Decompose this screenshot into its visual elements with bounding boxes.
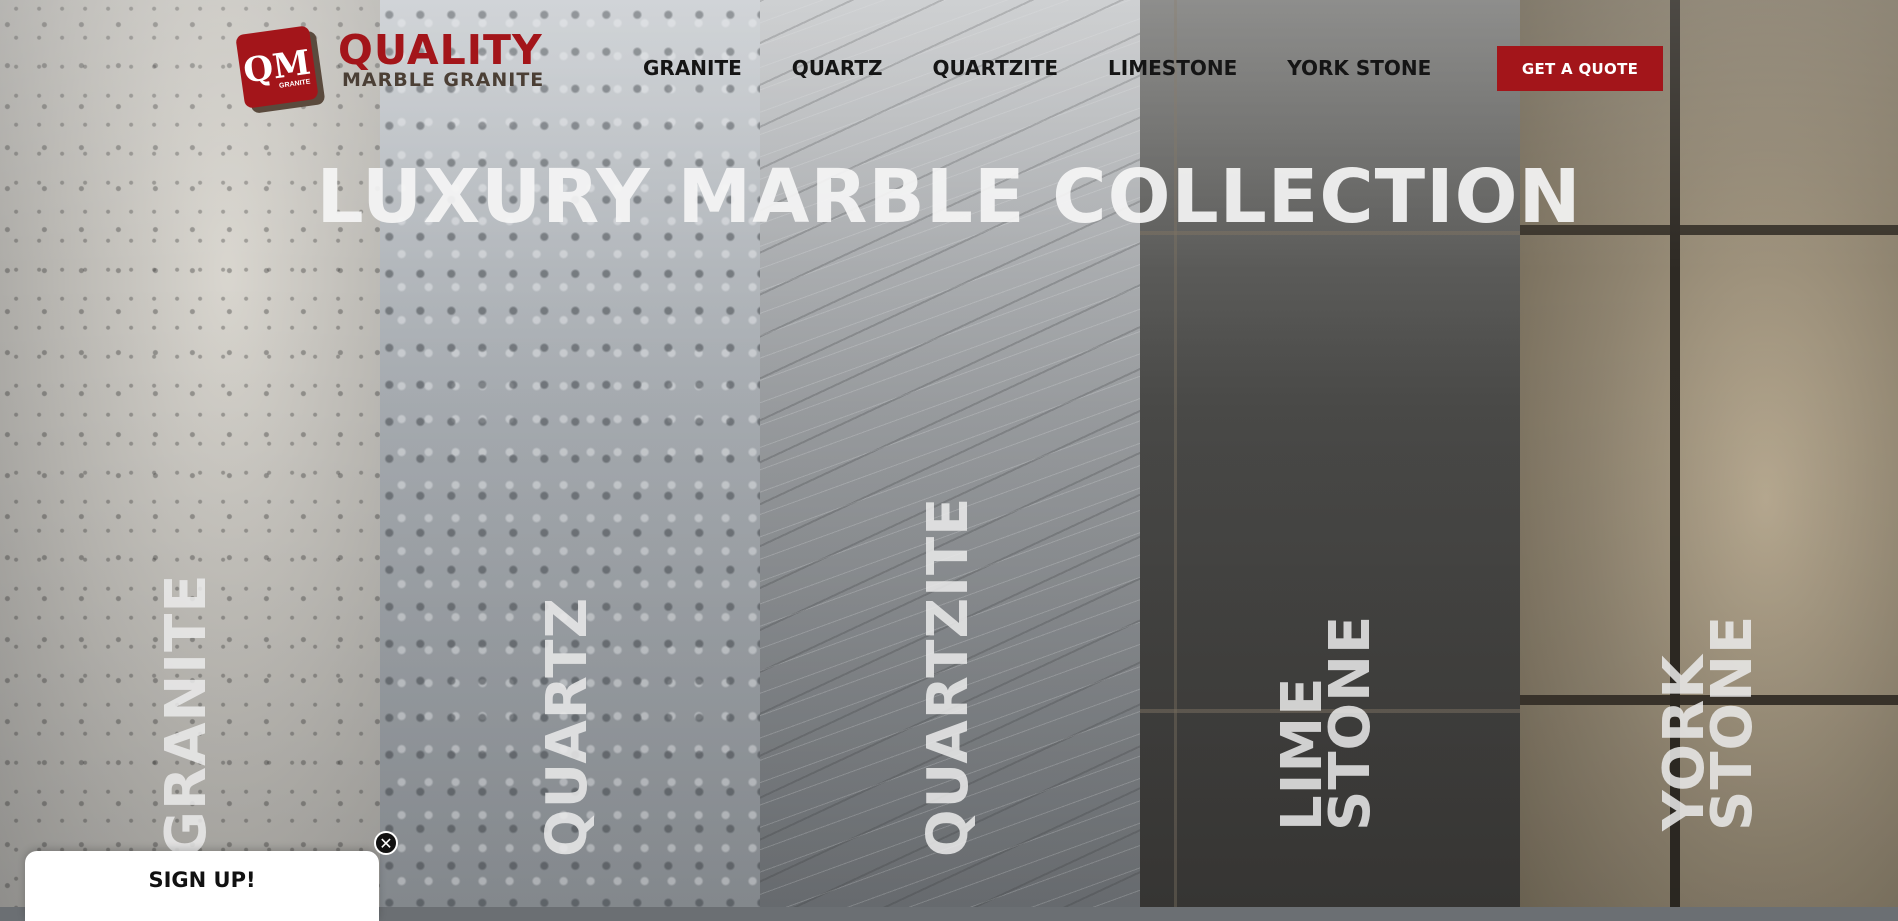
- panel-label-granite: GRANITE: [154, 573, 219, 857]
- panel-limestone[interactable]: LIME STONE: [1140, 0, 1520, 907]
- nav-item-granite[interactable]: GRANITE: [643, 54, 742, 82]
- panel-york-stone[interactable]: YORK STONE: [1520, 0, 1898, 907]
- panel-quartzite[interactable]: QUARTZITE: [760, 0, 1140, 907]
- nav-item-limestone[interactable]: LIMESTONE: [1108, 54, 1237, 82]
- site-header: QM GRANITE QUALITY MARBLE GRANITE GRANIT…: [0, 0, 1898, 135]
- logo-name-top: QUALITY: [338, 26, 543, 74]
- close-icon[interactable]: ✕: [374, 831, 398, 855]
- main-nav: GRANITE QUARTZ QUARTZITE LIMESTONE YORK …: [643, 54, 1431, 82]
- get-a-quote-button[interactable]: GET A QUOTE: [1497, 46, 1663, 91]
- panel-granite[interactable]: GRANITE: [0, 0, 380, 907]
- panel-quartz[interactable]: QUARTZ: [380, 0, 760, 907]
- panel-label-quartz: QUARTZ: [535, 596, 600, 857]
- logo-mark: QM GRANITE: [235, 25, 319, 109]
- stone-panels: GRANITE QUARTZ QUARTZITE LIME STONE YORK…: [0, 0, 1898, 907]
- logo[interactable]: QM GRANITE QUALITY MARBLE GRANITE: [235, 25, 556, 110]
- nav-item-quartzite[interactable]: QUARTZITE: [933, 54, 1059, 82]
- hero-title: LUXURY MARBLE COLLECTION: [316, 154, 1582, 240]
- panel-label-york-stone: YORK STONE: [1652, 614, 1765, 831]
- panel-label-limestone: LIME STONE: [1270, 614, 1383, 831]
- nav-item-quartz[interactable]: QUARTZ: [792, 54, 883, 82]
- nav-item-york-stone[interactable]: YORK STONE: [1287, 54, 1431, 82]
- signup-popup[interactable]: SIGN UP!: [25, 851, 379, 921]
- logo-name-bottom: MARBLE GRANITE: [342, 69, 545, 91]
- signup-label: SIGN UP!: [148, 868, 256, 892]
- panel-label-quartzite: QUARTZITE: [916, 496, 981, 857]
